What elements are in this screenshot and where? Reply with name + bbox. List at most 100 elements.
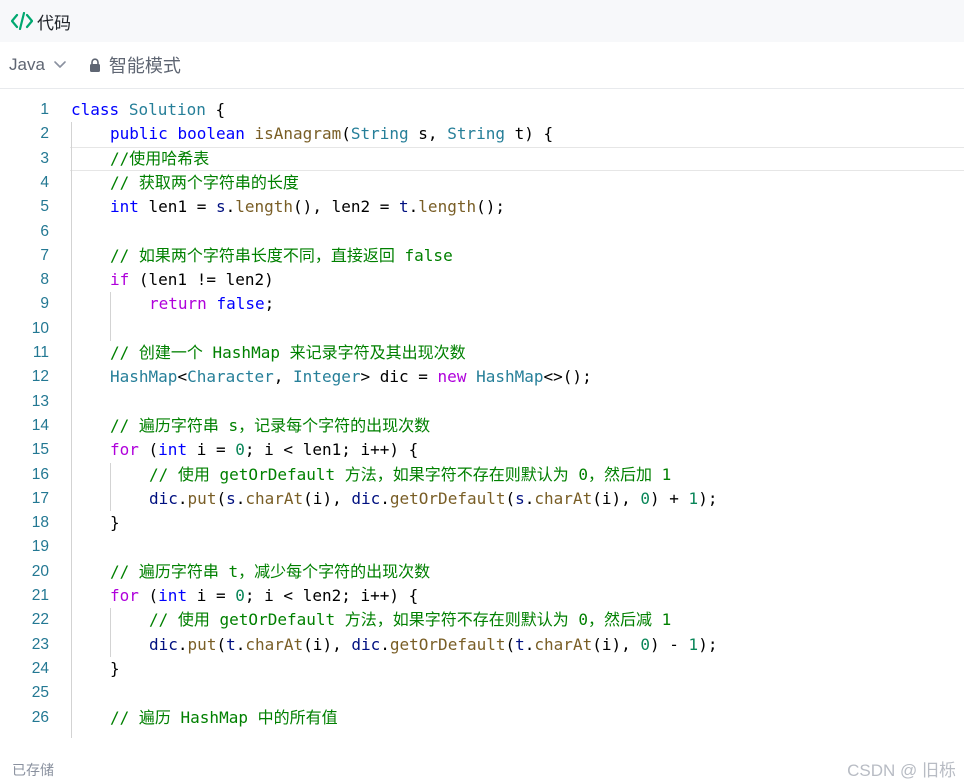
code-token: s (226, 488, 236, 508)
code-token: ( (505, 634, 516, 654)
code-line[interactable]: 12 HashMap<Character, Integer> dic = new … (0, 365, 964, 389)
code-text: //使用哈希表 (110, 147, 209, 171)
code-token: . (524, 634, 535, 654)
code-line[interactable]: 18} (0, 511, 964, 535)
code-line[interactable]: 3 //使用哈希表 (0, 146, 964, 172)
code-token: charAt (245, 634, 304, 654)
code-token: // 使用 getOrDefault 方法，如果字符不存在则默认为 0，然后加 … (149, 464, 672, 484)
code-text: // 遍历字符串 s，记录每个字符的出现次数 (110, 414, 430, 438)
line-number: 15 (31, 441, 49, 459)
code-line[interactable]: 25 (0, 681, 964, 705)
code-line[interactable]: 6 (0, 220, 964, 244)
code-line[interactable]: 23 dic.put(t.charAt(i), dic.getOrDefault(… (0, 633, 964, 657)
mode-selector[interactable]: 智能模式 (89, 52, 181, 78)
line-number: 2 (40, 125, 49, 143)
code-token: boolean (177, 124, 245, 144)
code-token: if (110, 270, 130, 290)
code-token: , (273, 367, 294, 387)
code-token: dic (351, 488, 381, 508)
code-editor[interactable]: 1 class Solution {2 public boolean isAnagr… (0, 98, 964, 738)
code-line[interactable]: 15 for (int i = 0; i < len1; i++) { (0, 438, 964, 462)
code-token: . (177, 634, 188, 654)
code-token: HashMap (476, 367, 544, 387)
code-token: ( (216, 488, 227, 508)
code-token: HashMap (110, 367, 178, 387)
code-token: t (515, 634, 525, 654)
code-line[interactable]: 2 public boolean isAnagram(String s, Stri… (0, 122, 964, 146)
code-line[interactable]: 22 // 使用 getOrDefault 方法，如果字符不存在则默认为 0，然后… (0, 608, 964, 632)
code-line[interactable]: 20 // 遍历字符串 t，减少每个字符的出现次数 (0, 560, 964, 584)
code-token: // 获取两个字符串的长度 (110, 172, 299, 192)
code-line[interactable]: 16 // 使用 getOrDefault 方法，如果字符不存在则默认为 0，然后… (0, 463, 964, 487)
code-token: 0 (640, 488, 651, 508)
line-number: 9 (40, 295, 49, 313)
code-line[interactable]: 24} (0, 657, 964, 681)
code-token: { (205, 100, 226, 119)
code-line[interactable]: 8 if (len1 != len2) (0, 268, 964, 292)
code-token: (i), (303, 488, 352, 508)
code-token: Character (187, 367, 274, 387)
panel-title: 代码 (37, 13, 71, 33)
line-number: 16 (31, 465, 49, 483)
code-line[interactable]: 7 // 如果两个字符串长度不同，直接返回 false (0, 244, 964, 268)
code-line[interactable]: 11 // 创建一个 HashMap 来记录字符及其出现次数 (0, 341, 964, 365)
code-token: (i), (592, 488, 641, 508)
line-number: 6 (40, 222, 49, 240)
code-line[interactable]: 26 // 遍历 HashMap 中的所有值 (0, 706, 964, 730)
code-line[interactable]: 17 dic.put(s.charAt(i), dic.getOrDefault(… (0, 487, 964, 511)
code-line[interactable]: 14 // 遍历字符串 s，记录每个字符的出现次数 (0, 414, 964, 438)
code-line[interactable]: 10 (0, 317, 964, 341)
code-line[interactable]: 4 // 获取两个字符串的长度 (0, 171, 964, 195)
code-text: // 遍历字符串 t，减少每个字符的出现次数 (110, 560, 430, 584)
code-text: // 获取两个字符串的长度 (110, 171, 299, 195)
code-token: s (215, 197, 226, 217)
code-token: . (524, 488, 535, 508)
code-token: isAnagram (254, 124, 342, 144)
code-text: // 遍历 HashMap 中的所有值 (110, 706, 338, 730)
save-status: 已存储 (12, 762, 54, 778)
code-token: // 创建一个 HashMap 来记录字符及其出现次数 (110, 343, 466, 362)
code-token: int (110, 197, 139, 217)
code-panel-header: 代码 (0, 0, 964, 42)
code-token: // 遍历 HashMap 中的所有值 (110, 707, 338, 727)
code-line[interactable]: 21 for (int i = 0; i < len2; i++) { (0, 584, 964, 608)
code-token: ) - (650, 634, 689, 654)
code-token: t (399, 197, 409, 217)
code-token: ( (505, 488, 516, 508)
line-number: 7 (40, 246, 49, 264)
line-number: 4 (40, 173, 49, 191)
line-number: 19 (31, 538, 49, 556)
code-token: 0 (640, 634, 651, 654)
line-number: 13 (31, 392, 49, 410)
code-token: 0 (235, 440, 245, 460)
line-number: 3 (40, 149, 49, 167)
chevron-down-icon (53, 60, 67, 70)
line-number: 11 (32, 344, 49, 361)
code-token: < (177, 367, 188, 387)
code-text: } (110, 657, 120, 681)
line-number: 5 (40, 198, 49, 216)
code-token: ( (138, 440, 159, 460)
code-token: (i), (303, 634, 352, 654)
line-number: 1 (40, 101, 49, 118)
line-number: 23 (31, 635, 49, 653)
code-token: // 遍历字符串 t，减少每个字符的出现次数 (110, 561, 431, 581)
code-token: (len1 != len2) (129, 270, 274, 290)
code-line[interactable]: 5 int len1 = s.length(), len2 = t.length(… (0, 195, 964, 219)
line-number: 18 (31, 514, 49, 532)
code-token: charAt (245, 488, 304, 508)
code-token: // 如果两个字符串长度不同，直接返回 false (110, 245, 453, 265)
code-line[interactable]: 1 class Solution { (0, 98, 964, 122)
code-line[interactable]: 9 return false; (0, 292, 964, 316)
code-line[interactable]: 19 (0, 535, 964, 559)
code-text: int len1 = s.length(), len2 = t.length()… (110, 195, 505, 219)
code-text: return false; (149, 292, 274, 316)
code-line[interactable]: 13 (0, 390, 964, 414)
line-number: 8 (40, 271, 49, 289)
code-token: int (158, 586, 188, 605)
language-select[interactable]: Java (9, 55, 67, 75)
